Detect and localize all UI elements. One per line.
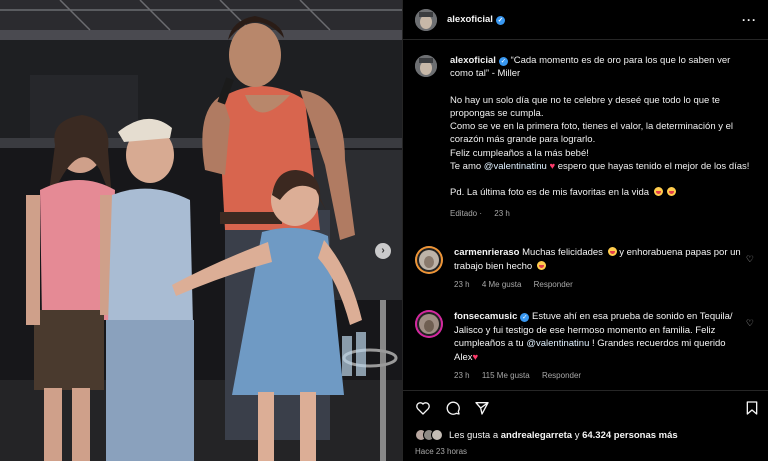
caption-line: Te amo [450,161,482,173]
likes-summary: Les gusta a andrealegarreta y 64.324 per… [415,429,678,441]
reply-button[interactable]: Responder [534,280,573,289]
header-username-text[interactable]: alexoficial [447,14,493,25]
chevron-right-icon: › [381,245,385,256]
avatar[interactable] [431,429,443,441]
heart-icon[interactable] [415,400,431,416]
heart-emoji-icon: ♥ [472,351,479,363]
edited-label: Editado [450,208,478,218]
comment-text: Muchas felicidades [522,247,603,258]
caption-mention[interactable]: @valentinatinu [484,161,547,172]
comment-likes[interactable]: 115 Me gusta [482,371,530,380]
caption-line: Como se ve en la primera foto, tienes el… [450,121,734,146]
comment-icon[interactable] [445,400,461,416]
bookmark-icon[interactable] [744,400,760,416]
liker-username[interactable]: andrealegarreta [501,430,572,441]
post-photo-illustration [0,0,402,461]
comment-time: 23 h [454,280,470,289]
verified-badge-icon: ✓ [498,57,508,66]
more-options-icon[interactable]: ··· [742,13,757,27]
comment-meta: 23 h 115 Me gusta Responder [454,369,744,383]
liker-avatars [415,429,443,441]
verified-badge-icon: ✓ [495,16,505,25]
caption-line: Feliz cumpleaños a la más bebé! [450,147,589,159]
post-header: alexoficial ✓ ··· [403,0,768,40]
avatar[interactable] [415,246,443,274]
likes-middle: y [574,429,580,441]
comment: carmenrieraso Muchas felicidades y enhor… [415,246,760,292]
comment-username[interactable]: carmenrieraso [454,247,519,258]
action-bar [415,397,760,419]
next-photo-button[interactable]: › [375,243,391,259]
comment: fonsecamusic ✓ Estuve ahí en esa prueba d… [415,310,760,383]
verified-badge-icon: ✓ [520,313,530,322]
heart-emoji-icon: ♥ [549,161,556,173]
comment-body: fonsecamusic ✓ Estuve ahí en esa prueba d… [454,310,744,383]
header-username[interactable]: alexoficial ✓ [447,14,505,25]
post-caption: alexoficial ✓ “Cada momento es de oro par… [415,54,755,220]
caption-body: alexoficial ✓ “Cada momento es de oro par… [450,54,750,220]
comment-time: 23 h [454,371,470,380]
caption-line: No hay un solo día que no te celebre y d… [450,94,720,119]
post-side-panel: alexoficial ✓ ··· alexoficial ✓ “Cada mome… [402,0,768,461]
caption-meta: Editado · 23 h [450,208,510,218]
paper-plane-icon[interactable] [474,400,490,416]
avatar[interactable] [415,8,437,31]
comment-body: carmenrieraso Muchas felicidades y enhor… [454,246,744,292]
heart-eyes-emoji-icon [536,260,546,270]
caption-line: espero que hayas tenido el mejor de los … [557,161,750,173]
likes-prefix: Les gusta a [449,429,499,441]
comment-username[interactable]: fonsecamusic [454,311,517,322]
caption-username[interactable]: alexoficial [450,55,496,66]
caption-line: Pd. La última foto es de mis favoritas e… [450,187,650,199]
avatar[interactable] [415,310,443,338]
comment-meta: 23 h 4 Me gusta Responder [454,278,744,292]
comment-mention[interactable]: @valentinatinu [526,338,589,349]
post-time: Hace 23 horas [415,447,468,456]
post-modal: › alexoficial ✓ ··· alexoficial ✓ “Cada mo… [0,0,768,461]
heart-eyes-emoji-icon [607,247,617,256]
comment-likes[interactable]: 4 Me gusta [482,280,522,289]
post-actions: Les gusta a andrealegarreta y 64.324 per… [403,390,768,461]
edited-time: 23 h [494,208,510,218]
heart-icon[interactable]: ♡ [746,318,754,329]
likes-count[interactable]: 64.324 personas más [582,430,678,441]
post-photo[interactable]: › [0,0,402,461]
heart-icon[interactable]: ♡ [746,254,754,265]
reply-button[interactable]: Responder [542,371,581,380]
avatar[interactable] [415,55,437,77]
kiss-emoji-icon [667,187,677,197]
kiss-emoji-icon [653,187,663,197]
